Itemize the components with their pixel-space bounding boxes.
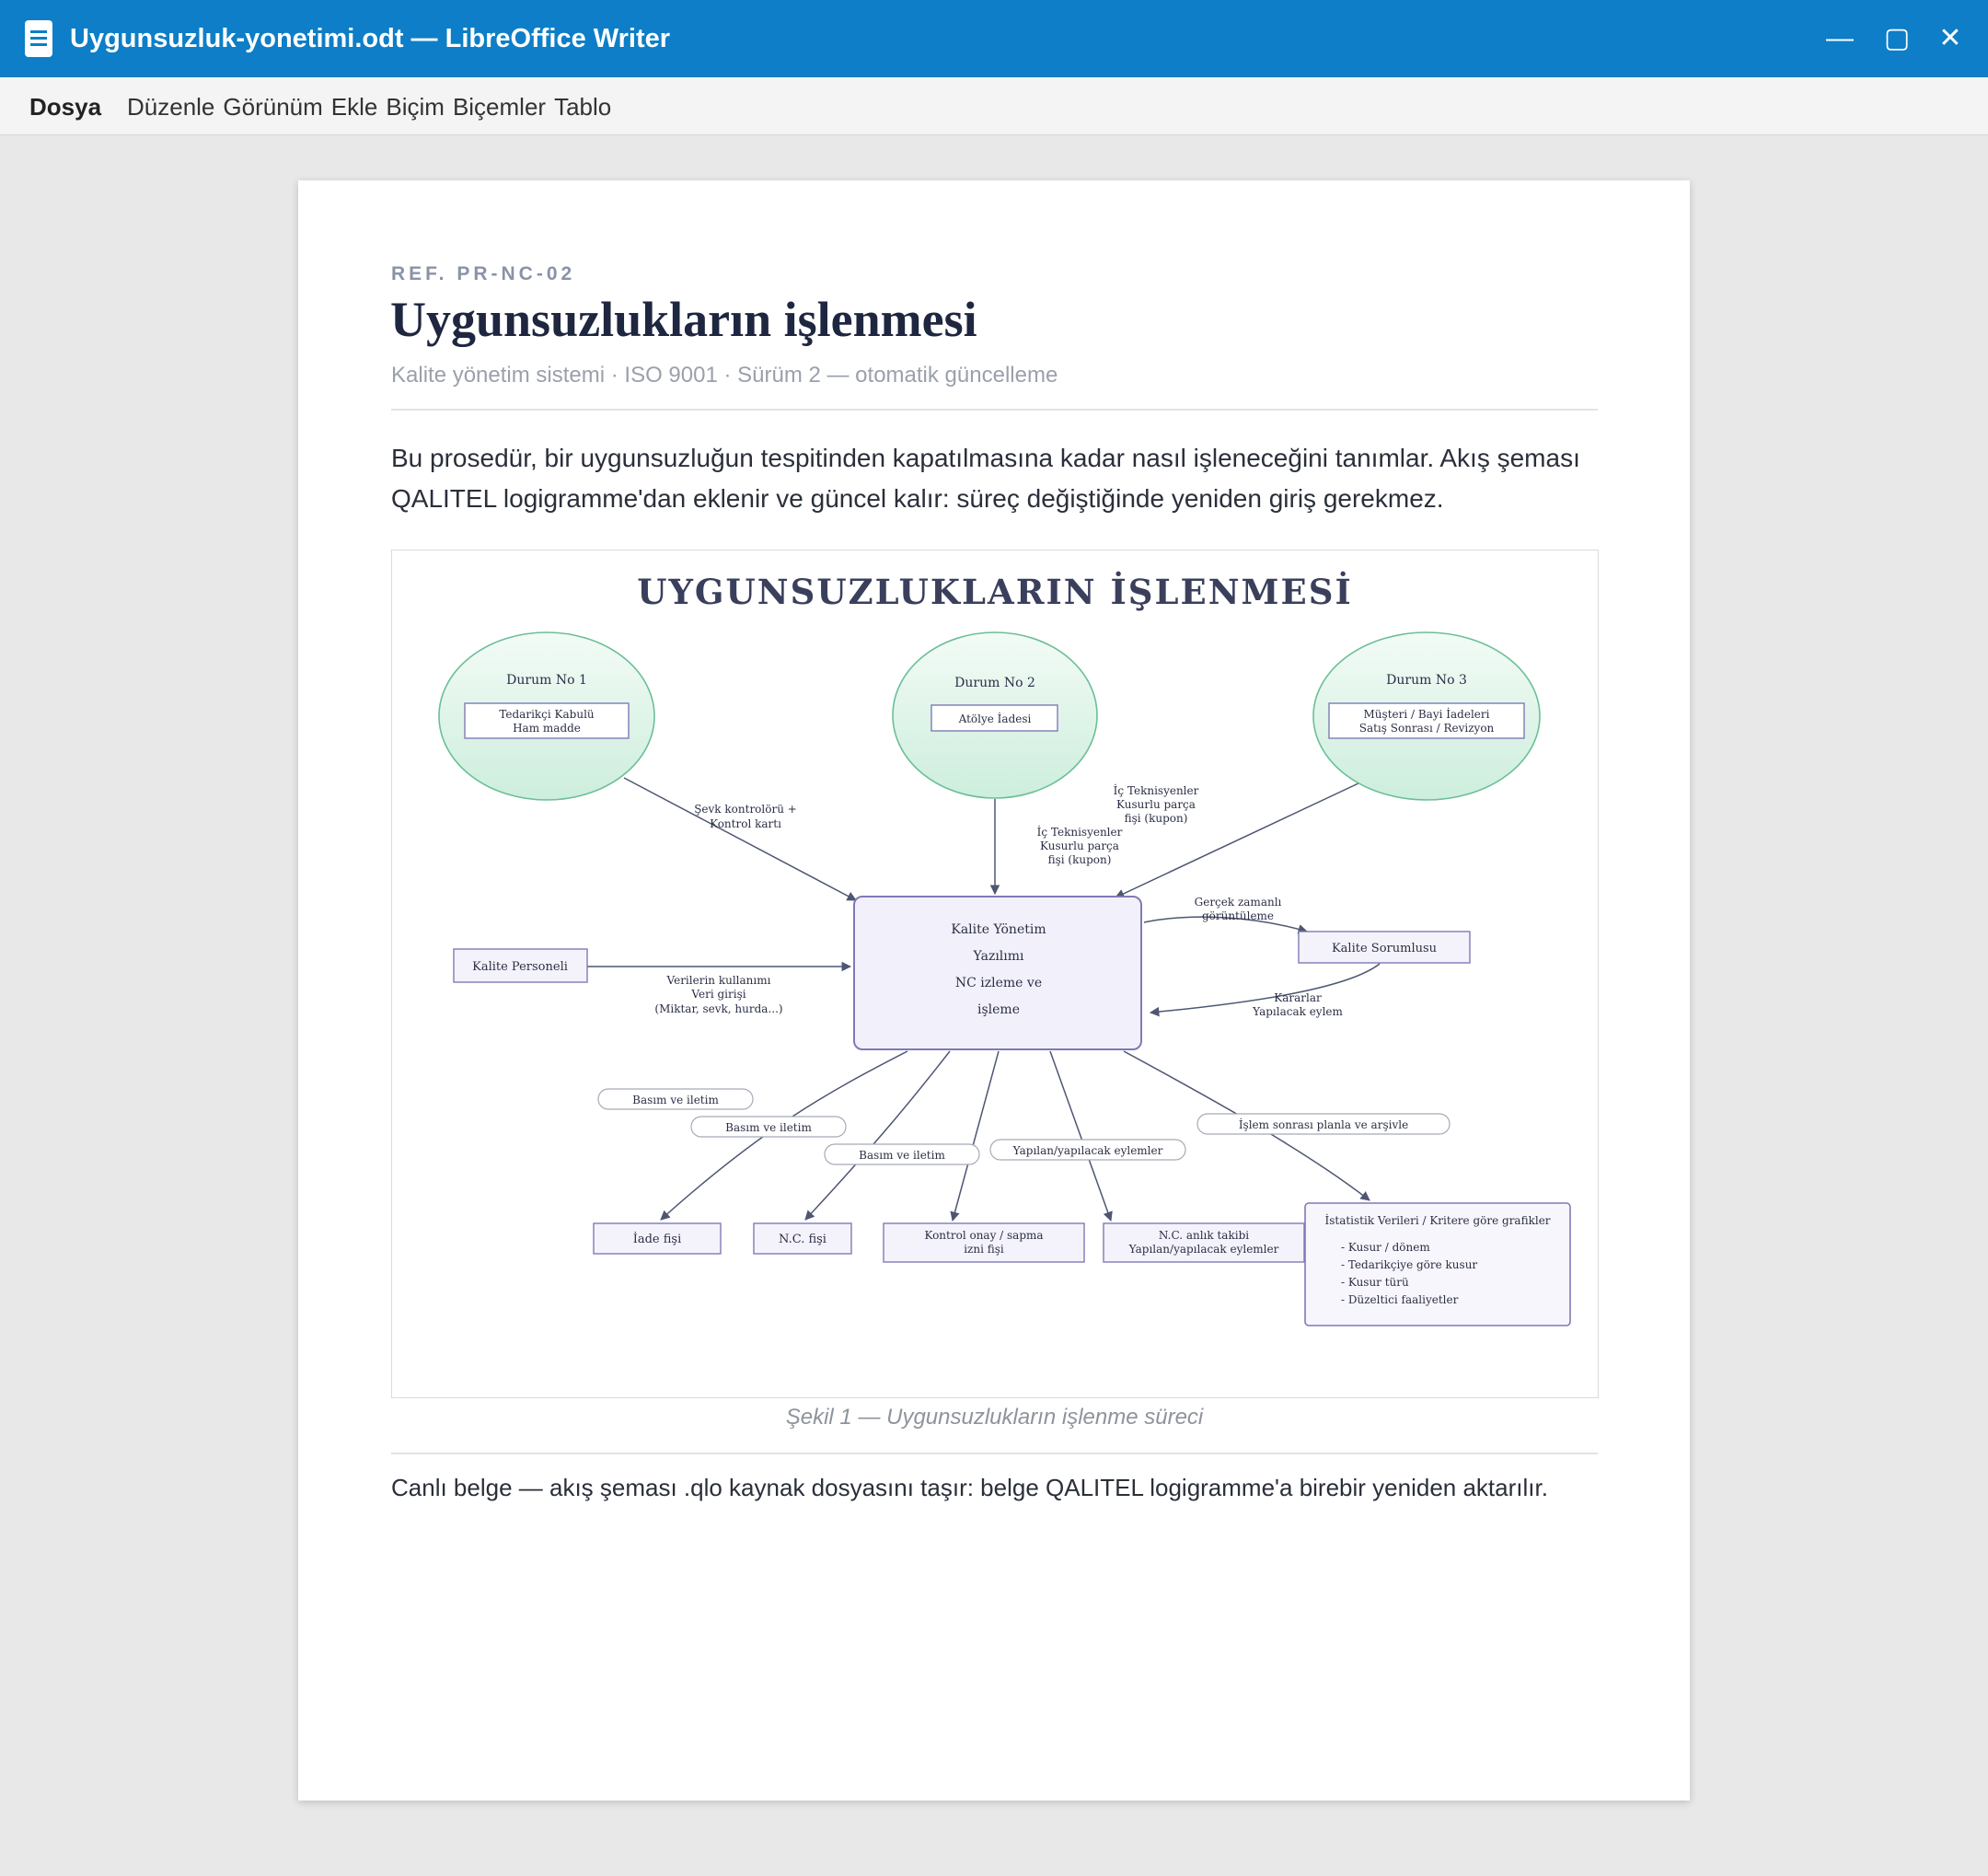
stats-item: - Tedarikçiye göre kusur bbox=[1341, 1258, 1477, 1271]
case1-line2: Ham madde bbox=[513, 722, 581, 735]
edge-case1-label-2: Kontrol kartı bbox=[710, 817, 781, 830]
edge-case2-label-1: İç Teknisyenler bbox=[1037, 825, 1123, 839]
pill-3: Basım ve iletim bbox=[824, 1143, 980, 1165]
menu-file[interactable]: Dosya bbox=[29, 92, 101, 122]
center-line1: Kalite Yönetim bbox=[951, 922, 1046, 937]
output-takip-line2: Yapılan/yapılacak eylemler bbox=[1128, 1243, 1279, 1256]
edge-center-kontrol bbox=[950, 1050, 1000, 1222]
pill-1: Basım ve iletim bbox=[597, 1088, 754, 1110]
pill-3-label: Basım ve iletim bbox=[859, 1149, 945, 1162]
output-kontrol: Kontrol onay / sapma izni fişi bbox=[883, 1222, 1085, 1263]
edge-case3-label-3: fişi (kupon) bbox=[1125, 812, 1188, 825]
edge-manager-in-label-1: Gerçek zamanlı bbox=[1195, 896, 1282, 909]
flowchart-figure[interactable]: UYGUNSUZLUKLARIN İŞLENMESİ Durum No 1 Te… bbox=[391, 550, 1599, 1398]
case3-line1: Müşteri / Bayi İadeleri bbox=[1364, 707, 1490, 721]
edge-center-takip bbox=[1049, 1050, 1113, 1222]
output-kontrol-line1: Kontrol onay / sapma bbox=[924, 1229, 1043, 1242]
pill-4: Yapılan/yapılacak eylemler bbox=[989, 1139, 1186, 1161]
case3-node: Durum No 3 Müşteri / Bayi İadeleri Satış… bbox=[1312, 631, 1541, 801]
document-page[interactable]: REF. PR-NC-02 Uygunsuzlukların işlenmesi… bbox=[298, 180, 1690, 1801]
edge-manager-in-label-2: görüntüleme bbox=[1202, 909, 1274, 922]
menu-styles[interactable]: Biçemler bbox=[453, 93, 546, 121]
diagram-title: UYGUNSUZLUKLARIN İŞLENMESİ bbox=[637, 571, 1353, 612]
pill-5-label: İşlem sonrası planla ve arşivle bbox=[1239, 1117, 1408, 1131]
pill-5: İşlem sonrası planla ve arşivle bbox=[1196, 1113, 1451, 1135]
edge-manager-out-label-1: Kararlar bbox=[1274, 991, 1322, 1004]
divider bbox=[391, 409, 1598, 411]
center-node: Kalite Yönetim Yazılımı NC izleme ve işl… bbox=[853, 896, 1142, 1050]
menu-view[interactable]: Görünüm bbox=[223, 93, 322, 121]
pill-1-label: Basım ve iletim bbox=[632, 1094, 719, 1106]
output-kontrol-line2: izni fişi bbox=[964, 1243, 1004, 1256]
case2-line1: Atölye İadesi bbox=[958, 712, 1032, 725]
document-icon bbox=[25, 20, 52, 57]
pill-2: Basım ve iletim bbox=[690, 1116, 847, 1138]
menu-format[interactable]: Biçim bbox=[386, 93, 445, 121]
manager-node: Kalite Sorumlusu bbox=[1298, 931, 1471, 964]
menu-bar: Dosya Düzenle Görünüm Ekle Biçim Biçemler Tab… bbox=[0, 77, 1988, 135]
footer-note: Canlı belge — akış şeması .qlo kaynak do… bbox=[391, 1474, 1548, 1501]
output-nc: N.C. fişi bbox=[753, 1222, 852, 1255]
center-line4: işleme bbox=[977, 1002, 1020, 1017]
stats-title: İstatistik Verileri / Kritere göre grafi… bbox=[1324, 1213, 1550, 1227]
edge-case3-label-2: Kusurlu parça bbox=[1116, 798, 1196, 811]
edge-case3-label-1: İç Teknisyenler bbox=[1114, 783, 1199, 797]
output-takip: N.C. anlık takibi Yapılan/yapılacak eyle… bbox=[1103, 1222, 1305, 1263]
edge-staff-label-3: (Miktar, sevk, hurda...) bbox=[654, 1002, 782, 1015]
figure-caption: Şekil 1 — Uygunsuzlukların işlenme sürec… bbox=[785, 1405, 1204, 1430]
case1-node: Durum No 1 Tedarikçi Kabulü Ham madde bbox=[438, 631, 655, 801]
document-title: Uygunsuzlukların işlenmesi bbox=[390, 292, 977, 347]
output-iade: İade fişi bbox=[593, 1222, 722, 1255]
document-ref: REF. PR-NC-02 bbox=[391, 263, 576, 284]
center-line2: Yazılımı bbox=[972, 949, 1024, 964]
case2-label: Durum No 2 bbox=[954, 676, 1035, 690]
document-subtitle: Kalite yönetim sistemi · ISO 9001 · Sürü… bbox=[391, 363, 1058, 388]
output-takip-line1: N.C. anlık takibi bbox=[1159, 1229, 1249, 1242]
case1-line1: Tedarikçi Kabulü bbox=[499, 708, 595, 721]
case3-label: Durum No 3 bbox=[1386, 673, 1467, 688]
stats-item: - Düzeltici faaliyetler bbox=[1341, 1293, 1459, 1306]
close-button[interactable]: ✕ bbox=[1927, 17, 1973, 61]
stats-item: - Kusur türü bbox=[1341, 1276, 1409, 1289]
flowchart-diagram: UYGUNSUZLUKLARIN İŞLENMESİ Durum No 1 Te… bbox=[438, 571, 1571, 1326]
menu-edit[interactable]: Düzenle bbox=[127, 93, 214, 121]
divider bbox=[391, 1453, 1598, 1454]
window-titlebar: Uygunsuzluk-yonetimi.odt — LibreOffice W… bbox=[0, 0, 1988, 77]
edge-case1-label-1: Şevk kontrolörü + bbox=[694, 803, 797, 816]
pill-2-label: Basım ve iletim bbox=[725, 1121, 812, 1134]
stats-item: - Kusur / dönem bbox=[1341, 1241, 1430, 1254]
manager-label: Kalite Sorumlusu bbox=[1332, 942, 1437, 955]
case3-line2: Satış Sonrası / Revizyon bbox=[1359, 722, 1495, 735]
menu-table[interactable]: Tablo bbox=[554, 93, 611, 121]
staff-node: Kalite Personeli bbox=[453, 948, 588, 983]
window-title: Uygunsuzluk-yonetimi.odt — LibreOffice W… bbox=[70, 24, 671, 53]
case2-node: Durum No 2 Atölye İadesi bbox=[892, 631, 1098, 799]
edge-case2-label-2: Kusurlu parça bbox=[1040, 840, 1119, 852]
output-nc-label: N.C. fişi bbox=[779, 1233, 826, 1246]
case1-label: Durum No 1 bbox=[506, 673, 587, 688]
output-iade-label: İade fişi bbox=[633, 1231, 682, 1246]
maximize-button[interactable]: ▢ bbox=[1874, 17, 1920, 61]
staff-label: Kalite Personeli bbox=[472, 960, 568, 974]
menu-insert[interactable]: Ekle bbox=[331, 93, 378, 121]
edge-manager-out-label-2: Yapılacak eylem bbox=[1252, 1005, 1343, 1018]
edge-case2-label-3: fişi (kupon) bbox=[1048, 853, 1112, 866]
edge-case1-center bbox=[623, 777, 857, 901]
stats-node: İstatistik Verileri / Kritere göre grafi… bbox=[1304, 1202, 1571, 1326]
edge-staff-label-2: Veri girişi bbox=[690, 988, 746, 1001]
edge-staff-label-1: Verilerin kullanımı bbox=[666, 974, 771, 987]
center-line3: NC izleme ve bbox=[955, 976, 1042, 990]
pill-4-label: Yapılan/yapılacak eylemler bbox=[1012, 1144, 1163, 1157]
intro-paragraph: Bu prosedür, bir uygunsuzluğun tespitind… bbox=[391, 444, 1580, 513]
menu-items: Düzenle Görünüm Ekle Biçim Biçemler Tablo bbox=[127, 92, 619, 122]
minimize-button[interactable]: — bbox=[1817, 17, 1863, 61]
